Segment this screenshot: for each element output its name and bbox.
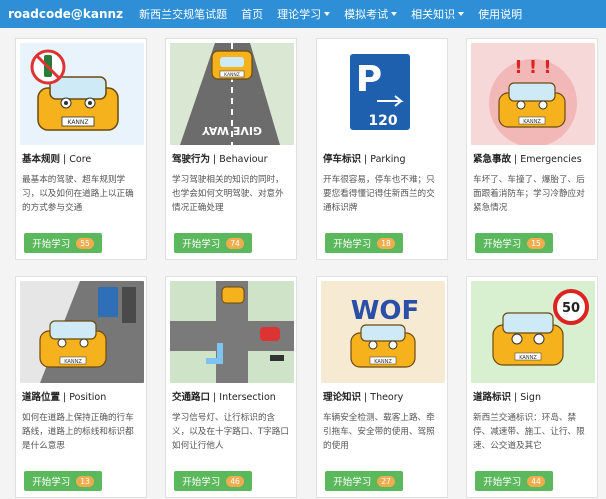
- nav-link-instructions[interactable]: 使用说明: [478, 6, 522, 22]
- card-description: 最基本的驾驶、超车规则学习，以及如何在道路上以正确的方式参与交通: [22, 175, 134, 213]
- top-navbar: roadcode@kannz 新西兰交规笔试题 首页 理论学习 模拟考试 相关知…: [0, 0, 606, 28]
- card-title: 基本规则 | Core: [22, 154, 92, 165]
- question-count-badge: 55: [76, 237, 94, 249]
- nav-label-mock-exam: 模拟考试: [344, 8, 389, 21]
- position-illustration: KANNZ: [20, 281, 144, 383]
- card-title: 道路位置 | Position: [22, 392, 107, 403]
- chevron-down-icon: [458, 12, 465, 16]
- card-title-en: Behaviour: [219, 154, 268, 165]
- parking-illustration: P 120: [321, 43, 445, 145]
- nav-dropdown-theory[interactable]: 理论学习: [277, 6, 331, 22]
- card-title-zh: 交通路口: [172, 392, 211, 403]
- course-card-behaviour: KANNZ GIVE WAY 驾驶行为 | Behaviour 学习驾驶相关的知…: [165, 38, 297, 260]
- course-grid: KANNZ 基本规则 | Core 最基本的驾驶、超车规则学习，以及如何在道路上…: [0, 28, 606, 499]
- start-learning-label: 开始学习: [333, 239, 372, 250]
- card-description: 学习信号灯、让行标识的含义，以及在十字路口、T字路口如何让行他人: [172, 413, 289, 451]
- card-title-en: Emergencies: [520, 154, 582, 165]
- start-learning-button[interactable]: 开始学习 74: [174, 233, 252, 253]
- nav-dropdown-related[interactable]: 相关知识: [411, 6, 465, 22]
- start-learning-label: 开始学习: [333, 477, 372, 488]
- parking-sign-time: 120: [368, 113, 397, 129]
- sign-illustration: 50 KANNZ: [471, 281, 595, 383]
- card-title-en: Parking: [370, 154, 406, 165]
- start-learning-label: 开始学习: [483, 477, 522, 488]
- question-count-badge: 27: [377, 475, 395, 487]
- course-card-sign: 50 KANNZ 道路标识 | Sign 新西兰交通标识：环岛、禁停、减速带、施…: [466, 276, 598, 498]
- plate-text: KANNZ: [64, 359, 82, 365]
- chevron-down-icon: [391, 12, 398, 16]
- nav-link-exam-title[interactable]: 新西兰交规笔试题: [139, 6, 227, 22]
- question-count-badge: 46: [226, 475, 244, 487]
- course-card-parking: P 120 停车标识 | Parking 开车很容易，停车也不难；只要您看得懂记…: [316, 38, 448, 260]
- card-title-zh: 紧急事故: [473, 154, 512, 165]
- plate-text: KANNZ: [224, 72, 240, 78]
- question-count-badge: 18: [377, 237, 395, 249]
- question-count-badge: 15: [527, 237, 545, 249]
- card-title-en: Position: [69, 392, 107, 403]
- card-title-zh: 道路位置: [22, 392, 61, 403]
- card-description: 学习驾驶相关的知识的同时，也学会如何文明驾驶、对意外情况正确处理: [172, 175, 284, 213]
- course-card-emergencies: ! ! ! KANNZ 紧急事故 | Emergencies 车坏了、车撞了、爆…: [466, 38, 598, 260]
- start-learning-label: 开始学习: [32, 239, 71, 250]
- course-card-position: KANNZ 道路位置 | Position 如何在道路上保持正确的行车路线，道路…: [15, 276, 147, 498]
- card-title: 道路标识 | Sign: [473, 392, 541, 403]
- plate-text: KANNZ: [374, 359, 392, 365]
- emergencies-illustration: ! ! ! KANNZ: [471, 43, 595, 145]
- parking-sign-letter: P: [356, 59, 382, 100]
- nav-label-theory: 理论学习: [277, 8, 322, 21]
- brand-link[interactable]: roadcode@kannz: [8, 7, 123, 21]
- start-learning-label: 开始学习: [483, 239, 522, 250]
- course-card-intersection: 交通路口 | Intersection 学习信号灯、让行标识的含义，以及在十字路…: [165, 276, 297, 498]
- card-title-zh: 理论知识: [323, 392, 362, 403]
- start-learning-button[interactable]: 开始学习 55: [24, 233, 102, 253]
- question-count-badge: 74: [226, 237, 244, 249]
- card-title: 交通路口 | Intersection: [172, 392, 276, 403]
- speed-sign-text: 50: [562, 301, 580, 316]
- card-title: 停车标识 | Parking: [323, 154, 406, 165]
- start-learning-button[interactable]: 开始学习 44: [475, 471, 553, 491]
- card-description: 车辆安全检测、载客上路、牵引拖车、安全带的使用、驾照的使用: [323, 413, 435, 451]
- card-title-en: Intersection: [219, 392, 276, 403]
- nav-label-related: 相关知识: [411, 8, 456, 21]
- plate-text: KANNZ: [523, 119, 541, 125]
- nav-link-home[interactable]: 首页: [241, 6, 263, 22]
- start-learning-label: 开始学习: [32, 477, 71, 488]
- card-title-en: Theory: [370, 392, 404, 403]
- card-description: 如何在道路上保持正确的行车路线，道路上的标线和标识都是什么意思: [22, 413, 134, 451]
- plate-text: KANNZ: [67, 119, 88, 126]
- card-description: 新西兰交通标识：环岛、禁停、减速带、施工、让行、限速、公交道及其它: [473, 413, 585, 451]
- card-description: 开车很容易，停车也不难；只要您看得懂记得住新西兰的交通标识牌: [323, 175, 435, 213]
- card-title-en: Sign: [520, 392, 541, 403]
- intersection-illustration: [170, 281, 294, 383]
- plate-text: KANNZ: [519, 355, 537, 361]
- behaviour-illustration: KANNZ GIVE WAY: [170, 43, 294, 145]
- theory-illustration: WOF KANNZ: [321, 281, 445, 383]
- start-learning-button[interactable]: 开始学习 15: [475, 233, 553, 253]
- course-card-core: KANNZ 基本规则 | Core 最基本的驾驶、超车规则学习，以及如何在道路上…: [15, 38, 147, 260]
- start-learning-label: 开始学习: [182, 477, 221, 488]
- start-learning-button[interactable]: 开始学习 46: [174, 471, 252, 491]
- chevron-down-icon: [324, 12, 331, 16]
- start-learning-label: 开始学习: [182, 239, 221, 250]
- card-description: 车坏了、车撞了、爆胎了、后面跟着消防车；学习冷静应对紧急情况: [473, 175, 585, 213]
- question-count-badge: 13: [76, 475, 94, 487]
- give-way-road-text: GIVE WAY: [201, 124, 262, 137]
- card-title: 紧急事故 | Emergencies: [473, 154, 582, 165]
- wof-text: WOF: [351, 296, 420, 326]
- card-title-zh: 道路标识: [473, 392, 512, 403]
- start-learning-button[interactable]: 开始学习 18: [325, 233, 403, 253]
- card-title-zh: 基本规则: [22, 154, 61, 165]
- core-illustration: KANNZ: [20, 43, 144, 145]
- card-title-zh: 驾驶行为: [172, 154, 211, 165]
- start-learning-button[interactable]: 开始学习 13: [24, 471, 102, 491]
- question-count-badge: 44: [527, 475, 545, 487]
- card-title-en: Core: [69, 154, 92, 165]
- start-learning-button[interactable]: 开始学习 27: [325, 471, 403, 491]
- card-title: 理论知识 | Theory: [323, 392, 404, 403]
- course-card-theory: WOF KANNZ 理论知识 | Theory 车辆安全检测、载客上路、牵引拖车…: [316, 276, 448, 498]
- exclamation-marks: ! ! !: [514, 57, 551, 78]
- nav-dropdown-mock-exam[interactable]: 模拟考试: [344, 6, 398, 22]
- card-title: 驾驶行为 | Behaviour: [172, 154, 268, 165]
- card-title-zh: 停车标识: [323, 154, 362, 165]
